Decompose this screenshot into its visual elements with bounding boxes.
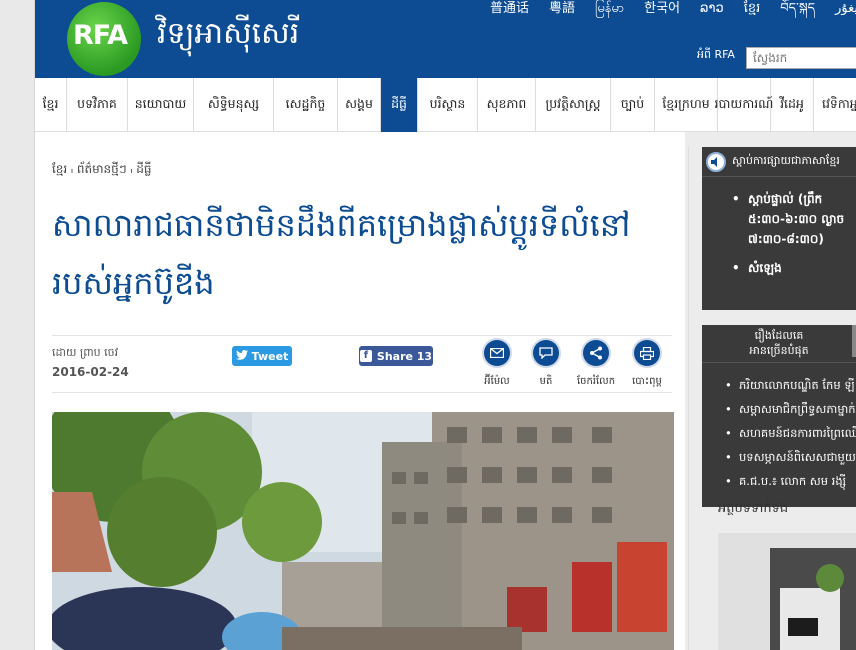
article-title: សាលារាជធានីថាមិនដឹងពីគម្រោងផ្លាស់ប្ដូរទី… (52, 206, 631, 302)
listen-audio-link[interactable]: សំឡេង (732, 258, 856, 278)
share-tool[interactable]: ចែករំលែក (571, 340, 621, 389)
language-link[interactable]: ខ្មែរ (734, 0, 771, 22)
listen-list: ស្ដាប់ផ្ទាល់ (ព្រឹក ៥:៣០-៦:៣០ ល្ងាច ៧:៣០… (732, 189, 856, 287)
comment-label: មតិ (539, 376, 553, 387)
most-read-tab[interactable] (852, 325, 856, 357)
site-title[interactable]: វិទ្យុអាស៊ីសេរី (157, 14, 299, 58)
facebook-share-button[interactable]: f Share 13 (359, 346, 433, 366)
most-read-item[interactable]: បទសម្ភាសន៍ពិសេសជាមួយ (725, 445, 856, 469)
language-link[interactable]: ئۇيغۇر (825, 0, 856, 22)
most-read-item[interactable]: សហគមន៍ជនការពារព្រៃឈើ (725, 421, 856, 445)
language-link[interactable]: 한국어 (634, 0, 690, 22)
related-box (718, 533, 856, 650)
most-read-item[interactable]: ភរិយាលោកបណ្ឌិត កែម ឡី (725, 373, 856, 397)
share-icon (583, 340, 609, 366)
most-read-header: រឿងដែលគេ អានច្រើនបំផុត (702, 325, 856, 363)
email-label: អ៊ីម៉ែល (484, 376, 510, 387)
column-divider (688, 147, 689, 650)
twitter-bird-icon (235, 349, 248, 363)
speaker-icon[interactable] (706, 152, 726, 172)
nav-item-analysis[interactable]: បទវិភាគ (67, 78, 128, 132)
share-tool-label: ចែករំលែក (576, 376, 616, 387)
nav-item-law[interactable]: ច្បាប់ (611, 78, 655, 132)
print-label: បោះពុម្ព (632, 376, 662, 387)
print-tool[interactable]: បោះពុម្ព (622, 340, 672, 389)
nav-item-khmer[interactable]: ខ្មែរ (35, 78, 67, 132)
site-header: RFA វិទ្យុអាស៊ីសេរី 普通话 粵語 မြန်မာ 한국어 ລາ… (35, 0, 856, 78)
article-photo[interactable] (52, 412, 674, 650)
main-nav: ខ្មែរ បទវិភាគ នយោបាយ សិទ្ធិមនុស្ស សេដ្ឋក… (35, 78, 856, 132)
nav-item-politics[interactable]: នយោបាយ (128, 78, 194, 132)
nav-item-society[interactable]: សង្គម (338, 78, 381, 132)
left-gutter (0, 0, 35, 650)
listen-live-link[interactable]: ស្ដាប់ផ្ទាល់ (ព្រឹក ៥:៣០-៦:៣០ ល្ងាច ៧:៣០… (732, 189, 856, 249)
email-tool[interactable]: អ៊ីម៉ែល (472, 340, 522, 389)
article-meta: ដោយ ព្រាប ចេវ 2016-02-24 Tweet f Share 1… (52, 335, 672, 393)
comment-icon (533, 340, 559, 366)
most-read-item[interactable]: គ.ជ.ប.៖ លោក សម រង្ស៊ី (725, 469, 856, 493)
breadcrumb[interactable]: ខ្មែរ ៲ ព័ត៌មានថ្មីៗ ៲ ដីធ្លី (52, 160, 152, 179)
language-list: 普通话 粵語 မြန်မာ 한국어 ລາວ ខ្មែរ བོད་སྐད ئۇيغ… (480, 0, 856, 22)
nav-item-environment[interactable]: បរិស្ថាន (418, 78, 478, 132)
tweet-button[interactable]: Tweet (232, 346, 292, 366)
print-icon (634, 340, 660, 366)
most-read-item[interactable]: សម្ដាសមាជិកព្រឹទ្ធសភាម្នាក់ (725, 397, 856, 421)
listen-title: ស្ដាប់ការផ្សាយជាភាសាខ្មែរ (732, 154, 840, 167)
language-link[interactable]: 粵語 (539, 0, 585, 22)
nav-item-economy[interactable]: សេដ្ឋកិច្ច (274, 78, 338, 132)
facebook-icon: f (359, 350, 372, 362)
most-read-title-line1: រឿងដែលគេ (754, 329, 804, 342)
article-main: ខ្មែរ ៲ ព័ត៌មានថ្មីៗ ៲ ដីធ្លី សាលារាជធាន… (35, 132, 685, 650)
most-read-list: ភរិយាលោកបណ្ឌិត កែម ឡី សម្ដាសមាជិកព្រឹទ្ធ… (725, 373, 856, 493)
language-link[interactable]: 普通话 (480, 0, 539, 22)
listen-box: ស្ដាប់ការផ្សាយជាភាសាខ្មែរ ស្ដាប់ផ្ទាល់ (… (702, 147, 856, 310)
nav-item-land[interactable]: ដីធ្លី (381, 78, 418, 132)
nav-item-health[interactable]: សុខភាព (478, 78, 536, 132)
article-date: 2016-02-24 (52, 365, 129, 379)
language-link[interactable]: བོད་སྐད (770, 0, 825, 22)
related-photo[interactable] (770, 548, 856, 650)
listen-box-header: ស្ដាប់ការផ្សាយជាភាសាខ្មែរ (702, 147, 856, 177)
search-input[interactable] (746, 47, 856, 69)
nav-item-video[interactable]: វីដេអូ (771, 78, 814, 132)
nav-item-history[interactable]: ប្រវត្តិសាស្ត្រ (536, 78, 611, 132)
street-scene-image (52, 412, 674, 650)
nav-item-forum[interactable]: វេទិកាអ្នក (814, 78, 856, 132)
comment-tool[interactable]: មតិ (521, 340, 571, 389)
tweet-label: Tweet (251, 349, 289, 363)
most-read-title-line2: អានច្រើនបំផុត (749, 344, 809, 357)
email-icon (484, 340, 510, 366)
author-byline: ដោយ ព្រាប ចេវ (52, 346, 119, 359)
logo-text: RFA (73, 20, 128, 51)
share-label: Share 13 (376, 349, 433, 363)
nav-item-human-rights[interactable]: សិទ្ធិមនុស្ស (194, 78, 274, 132)
related-label: អត្ថបទទាក់ទង (718, 501, 789, 516)
about-rfa-link[interactable]: អំពី RFA (697, 48, 735, 64)
most-read-box: រឿងដែលគេ អានច្រើនបំផុត ភរិយាលោកបណ្ឌិត កែ… (702, 325, 856, 507)
related-image (770, 548, 856, 650)
nav-item-khmer-rouge[interactable]: ខ្មែរក្រហម (655, 78, 718, 132)
language-link[interactable]: ລາວ (690, 0, 734, 22)
nav-item-reports[interactable]: របាយការណ៍ (715, 78, 773, 132)
language-link[interactable]: မြန်မာ (585, 0, 634, 22)
